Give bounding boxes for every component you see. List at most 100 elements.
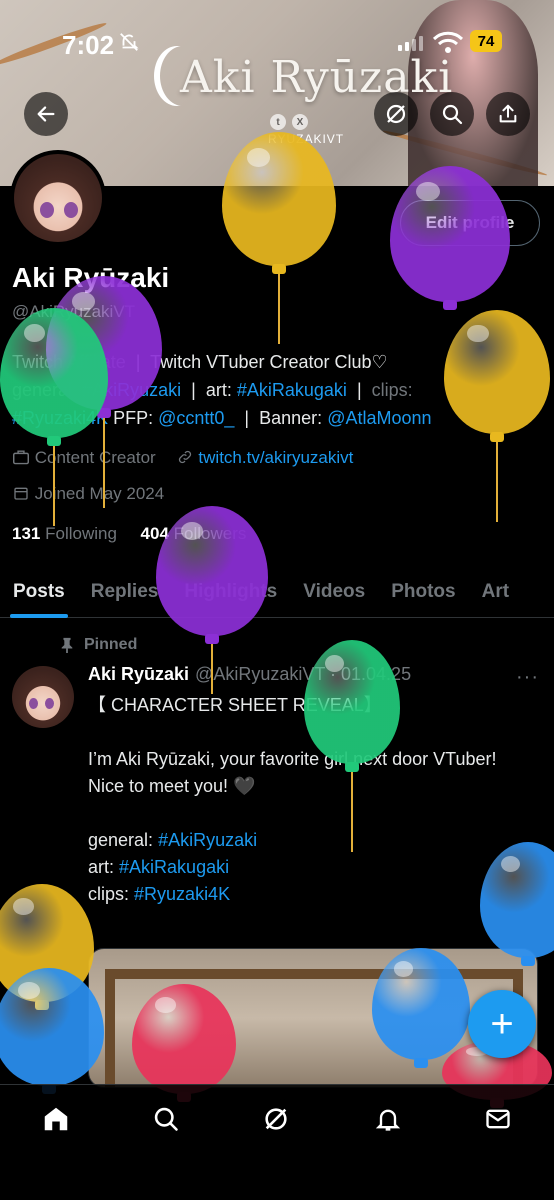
- joined-label: Joined May 2024: [34, 484, 165, 503]
- pinned-label: Pinned: [84, 636, 138, 653]
- mention-link[interactable]: @ccntt0_: [158, 408, 234, 428]
- profile-name: Aki Ryūzaki: [12, 262, 170, 293]
- tab-videos[interactable]: Videos: [290, 566, 378, 618]
- hashtag-link[interactable]: #AkiRyuzaki: [158, 830, 257, 850]
- bio-text: art:: [205, 380, 232, 400]
- wifi-icon: [432, 31, 464, 53]
- followers-count: 404: [140, 524, 169, 543]
- avatar-eye: [29, 698, 38, 709]
- slash-circle-icon: [265, 1108, 287, 1130]
- bio-text: Twitch VTuber Creator Club: [150, 352, 372, 372]
- hashtag-link[interactable]: #AkiRyuzaki: [82, 380, 181, 400]
- bell-off-icon: [120, 33, 139, 51]
- tweet-handle-date: @AkiRyuzakiVT · 01.04.25: [195, 664, 412, 684]
- follow-counts: 131 Following 404 Followers: [12, 524, 246, 544]
- category-item: Content Creator: [12, 448, 156, 468]
- search-icon: [154, 1107, 178, 1131]
- avatar-eye: [64, 202, 78, 218]
- nav-search[interactable]: [150, 1103, 182, 1135]
- heart-icon: ♡: [371, 352, 388, 372]
- mail-icon: [486, 1109, 510, 1129]
- joined-date: Joined May 2024: [12, 484, 164, 504]
- home-icon: [44, 1107, 68, 1131]
- briefcase-icon: [13, 450, 29, 465]
- nav-grok[interactable]: [260, 1103, 292, 1135]
- bio-text: clips:: [371, 380, 413, 400]
- edit-profile-button[interactable]: Edit profile: [400, 200, 540, 246]
- followers-link[interactable]: 404 Followers: [141, 524, 247, 543]
- more-options-icon[interactable]: ···: [516, 666, 539, 689]
- mention-link[interactable]: @AtlaMoonn: [327, 408, 431, 428]
- tab-highlights[interactable]: Highlights: [171, 566, 290, 618]
- tweet-text: art:: [88, 857, 115, 877]
- bottom-navigation: [0, 1084, 554, 1200]
- tweet-avatar[interactable]: [12, 666, 74, 728]
- share-icon: [499, 104, 517, 123]
- following-count: 131: [12, 524, 41, 543]
- tab-posts[interactable]: Posts: [0, 566, 78, 618]
- nav-home[interactable]: [40, 1103, 72, 1135]
- tweet-title: 【 CHARACTER SHEET REVEAL】: [88, 695, 382, 715]
- arrow-left-icon: [37, 106, 55, 122]
- compose-button[interactable]: +: [468, 990, 536, 1058]
- link-icon: [178, 450, 191, 464]
- category-label: Content Creator: [34, 448, 156, 467]
- tweet-text: clips:: [88, 884, 130, 904]
- avatar-eye: [45, 698, 54, 709]
- tweet-header: Aki Ryūzaki @AkiRyuzakiVT · 01.04.25: [88, 664, 411, 685]
- hashtag-link[interactable]: #AkiRakugaki: [119, 857, 229, 877]
- profile-bio: Twitch Affiliate | Twitch VTuber Creator…: [12, 348, 542, 432]
- bio-text: PFP:: [113, 408, 154, 428]
- website-link[interactable]: twitch.tv/akiryuzakivt: [198, 448, 353, 467]
- hashtag-link[interactable]: #Ryuzaki4K: [134, 884, 230, 904]
- bio-text: Banner:: [259, 408, 323, 428]
- tweet-text: general:: [88, 830, 154, 850]
- profile-meta: Content Creator twitch.tv/akiryuzakivt: [12, 448, 353, 468]
- banner-social-icons: t X: [270, 114, 308, 130]
- bio-text: general:: [12, 380, 78, 400]
- tab-photos[interactable]: Photos: [378, 566, 468, 618]
- website-item[interactable]: twitch.tv/akiryuzakivt: [176, 448, 353, 468]
- following-link[interactable]: 131 Following: [12, 524, 117, 543]
- media-frame: [105, 969, 523, 1087]
- profile-handle: @AkiRyuzakiVT: [12, 302, 136, 321]
- x-logo-icon: X: [292, 114, 308, 130]
- hashtag-link[interactable]: #Ryuzaki4K: [12, 408, 108, 428]
- battery-indicator: 74: [470, 30, 502, 52]
- calendar-icon: [14, 487, 28, 500]
- nav-messages[interactable]: [482, 1103, 514, 1135]
- following-label: Following: [45, 524, 117, 543]
- bio-separator: |: [356, 380, 362, 400]
- profile-tabs: Posts Replies Highlights Videos Photos A…: [0, 566, 554, 618]
- profile-avatar[interactable]: [10, 150, 106, 246]
- slash-circle-icon: [386, 104, 406, 124]
- signal-icon: [398, 36, 423, 51]
- bio-separator: |: [135, 352, 141, 372]
- bio-separator: |: [244, 408, 250, 428]
- tab-replies[interactable]: Replies: [78, 566, 172, 618]
- pinned-indicator: Pinned: [60, 636, 137, 654]
- share-button[interactable]: [486, 92, 530, 136]
- search-button[interactable]: [430, 92, 474, 136]
- status-bar: 7:02 74: [0, 0, 554, 86]
- twitch-icon: t: [270, 114, 286, 130]
- hashtag-link[interactable]: #AkiRakugaki: [237, 380, 347, 400]
- avatar-eye: [40, 202, 54, 218]
- banner-handle: RYUZAKIVT: [268, 132, 345, 146]
- status-time: 7:02: [62, 30, 115, 60]
- pin-icon: [61, 637, 73, 653]
- grok-button[interactable]: [374, 92, 418, 136]
- back-button[interactable]: [24, 92, 68, 136]
- search-icon: [442, 104, 463, 125]
- tweet-body[interactable]: 【 CHARACTER SHEET REVEAL】 I’m Aki Ryūzak…: [88, 692, 528, 908]
- tweet-text: Nice to meet you! 🖤: [88, 776, 256, 796]
- tab-art[interactable]: Art: [469, 566, 522, 618]
- bell-icon: [375, 1109, 401, 1131]
- tweet-author[interactable]: Aki Ryūzaki: [88, 664, 189, 685]
- nav-notifications[interactable]: [372, 1103, 404, 1135]
- balloon-decoration: [0, 884, 94, 1012]
- bio-separator: |: [191, 380, 196, 400]
- bio-text: Twitch Affiliate: [12, 352, 126, 372]
- tweet-text: I’m Aki Ryūzaki, your favorite girl next…: [88, 749, 497, 769]
- followers-label: Followers: [173, 524, 247, 543]
